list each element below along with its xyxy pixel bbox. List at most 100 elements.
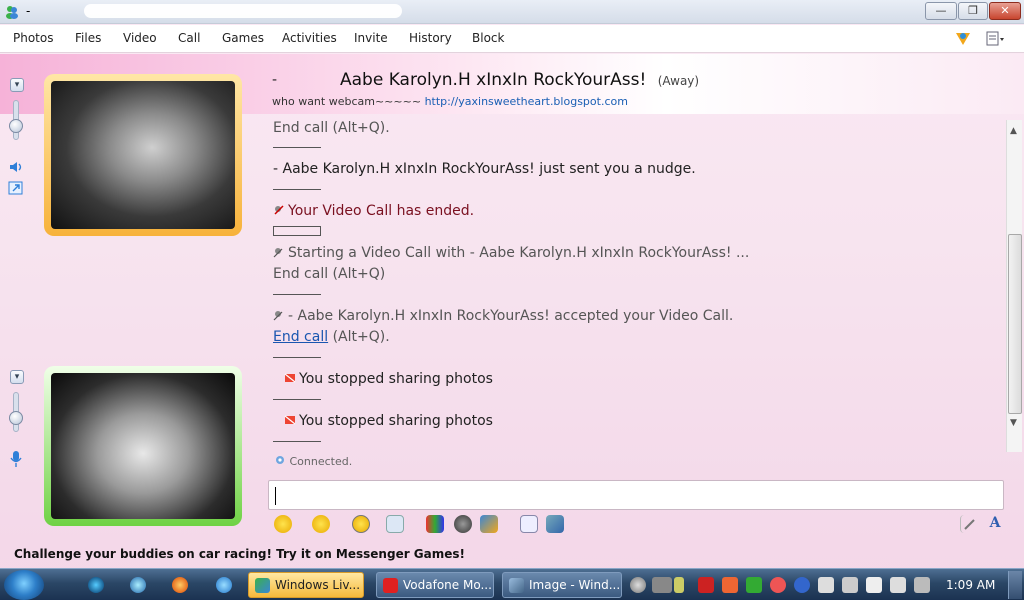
menu-photos[interactable]: Photos <box>13 31 53 45</box>
messenger-icon[interactable] <box>4 4 20 20</box>
menu-invite[interactable]: Invite <box>354 31 388 45</box>
popout-icon[interactable] <box>8 181 24 195</box>
message-input[interactable] <box>268 480 1004 510</box>
bluetooth-icon[interactable] <box>88 577 104 593</box>
nudge-icon[interactable] <box>352 515 370 533</box>
call-ended-message: Your Video Call has ended. <box>273 203 474 219</box>
menu-history[interactable]: History <box>409 31 452 45</box>
message-separator <box>273 189 321 190</box>
tray-alert-icon[interactable] <box>770 577 786 593</box>
microphone-icon[interactable] <box>9 450 23 468</box>
taskbar: Windows Liv... Vodafone Mo... Image - Wi… <box>0 568 1024 600</box>
tray-red-icon[interactable] <box>698 577 714 593</box>
task-image-viewer[interactable]: Image - Wind... <box>502 572 622 598</box>
scroll-down-icon[interactable]: ▼ <box>1010 418 1017 428</box>
menu-files[interactable]: Files <box>75 31 101 45</box>
firefox-icon[interactable] <box>172 577 188 593</box>
internet-explorer-icon[interactable] <box>216 577 232 593</box>
collapse-self-button[interactable]: ▾ <box>10 370 24 384</box>
remote-video[interactable] <box>51 81 235 229</box>
options-menu-icon[interactable] <box>985 29 1005 49</box>
input-toolbar: A <box>268 512 1010 536</box>
messenger-logo-icon[interactable] <box>953 29 973 49</box>
personal-message: who want webcam~~~~~ http://yaxinsweethe… <box>272 95 628 108</box>
speaker-tray-icon[interactable] <box>890 577 906 593</box>
network-icon[interactable] <box>842 577 858 593</box>
volume-slider-self[interactable] <box>9 392 23 432</box>
maximize-button[interactable]: ❐ <box>958 2 988 20</box>
conversation-history: End call (Alt+Q). - Aabe Karolyn.H xInxI… <box>266 114 1006 472</box>
ink-icon[interactable] <box>454 515 472 533</box>
contact-header[interactable]: Aabe Karolyn.H xInxIn RockYourAss! (Away… <box>340 70 699 90</box>
self-video[interactable] <box>51 373 235 519</box>
menu-bar: Photos Files Video Call Games Activities… <box>0 25 1024 53</box>
task-windows-live[interactable]: Windows Liv... <box>248 572 364 598</box>
call-ended-text: Your Video Call has ended. <box>288 203 475 219</box>
games-promo[interactable]: Challenge your buddies on car racing! Tr… <box>14 547 465 561</box>
flag-icon[interactable] <box>866 577 882 593</box>
contact-dash: - <box>272 72 278 88</box>
slider-knob[interactable] <box>9 119 23 133</box>
message-separator <box>273 441 321 442</box>
show-desktop-button[interactable] <box>1008 571 1022 599</box>
task-label: Image - Wind... <box>529 578 621 592</box>
slider-knob[interactable] <box>9 411 23 425</box>
menu-block[interactable]: Block <box>472 31 504 45</box>
close-button[interactable]: ✕ <box>989 2 1021 20</box>
psm-link[interactable]: http://yaxinsweetheart.blogspot.com <box>425 95 628 108</box>
call-accepted-message: - Aabe Karolyn.H xInxIn RockYourAss! acc… <box>273 308 733 324</box>
video-call-start-text: Starting a Video Call with - Aabe Karoly… <box>288 245 750 261</box>
minimize-button[interactable]: — <box>925 2 957 20</box>
end-call-line: End call (Alt+Q). <box>273 329 390 345</box>
tray-expand-icon[interactable] <box>674 577 684 593</box>
end-call-link[interactable]: End call <box>273 329 328 345</box>
tray-window-icon[interactable] <box>652 577 672 593</box>
font-icon[interactable]: A <box>986 515 1004 533</box>
nudge-message: - Aabe Karolyn.H xInxIn RockYourAss! jus… <box>273 161 696 177</box>
power-icon[interactable] <box>914 577 930 593</box>
photo-share-text: You stopped sharing photos <box>299 371 493 387</box>
call-accepted-text: - Aabe Karolyn.H xInxIn RockYourAss! acc… <box>288 308 734 324</box>
games-icon[interactable] <box>480 515 498 533</box>
collapse-remote-button[interactable]: ▾ <box>10 78 24 92</box>
volume-icon[interactable] <box>818 577 834 593</box>
wink-icon[interactable] <box>312 515 330 533</box>
contact-name: Aabe Karolyn.H xInxIn RockYourAss! <box>340 70 647 90</box>
tray-orange-icon[interactable] <box>722 577 738 593</box>
message-separator <box>273 294 321 295</box>
taskbar-clock[interactable]: 1:09 AM <box>946 578 995 592</box>
conversation-scrollbar[interactable]: ▲ ▼ <box>1006 120 1022 452</box>
menu-call[interactable]: Call <box>178 31 200 45</box>
photo-share-icon <box>284 373 296 383</box>
message-separator <box>273 147 321 148</box>
menu-video[interactable]: Video <box>123 31 157 45</box>
tray-app-icon[interactable] <box>630 577 646 593</box>
message-line: End call (Alt+Q) <box>273 266 386 282</box>
menu-activities[interactable]: Activities <box>282 31 337 45</box>
message-separator <box>273 357 321 358</box>
call-icon <box>274 205 284 215</box>
tray-sd-icon[interactable] <box>794 577 810 593</box>
volume-slider-remote[interactable] <box>9 100 23 140</box>
remote-video-frame <box>44 74 242 236</box>
start-button[interactable] <box>4 570 44 600</box>
message-line: End call (Alt+Q). <box>273 120 390 136</box>
menu-games[interactable]: Games <box>222 31 264 45</box>
explorer-icon[interactable] <box>130 577 146 593</box>
voice-clip-icon[interactable] <box>386 515 404 533</box>
image-viewer-icon <box>509 578 524 593</box>
scroll-thumb[interactable] <box>1008 234 1022 414</box>
tray-green-icon[interactable] <box>746 577 762 593</box>
translate-icon[interactable] <box>520 515 538 533</box>
scroll-up-icon[interactable]: ▲ <box>1010 126 1017 136</box>
photo-share-icon <box>284 415 296 425</box>
photo-share-message: You stopped sharing photos <box>284 413 493 429</box>
emoticon-icon[interactable] <box>274 515 292 533</box>
share-icon[interactable] <box>546 515 564 533</box>
task-vodafone[interactable]: Vodafone Mo... <box>376 572 494 598</box>
speaker-icon[interactable] <box>8 160 24 174</box>
handwriting-icon[interactable] <box>960 515 978 533</box>
video-call-start-message: Starting a Video Call with - Aabe Karoly… <box>273 245 749 261</box>
call-icon <box>273 248 283 258</box>
background-icon[interactable] <box>426 515 444 533</box>
